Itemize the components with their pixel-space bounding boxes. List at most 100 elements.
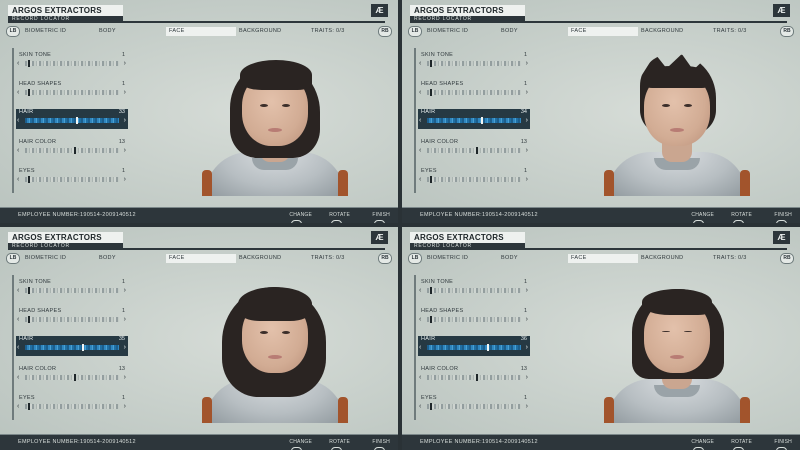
tab-traits[interactable]: TRAITS: 0/3 — [308, 254, 374, 263]
character-preview[interactable] — [602, 48, 752, 196]
tab-background[interactable]: BACKGROUND — [638, 27, 708, 36]
arrow-right-icon[interactable]: › — [526, 176, 528, 183]
arrow-left-icon[interactable]: ‹ — [419, 117, 421, 124]
arrow-left-icon[interactable]: ‹ — [419, 316, 421, 323]
tab-traits[interactable]: TRAITS: 0/3 — [710, 254, 776, 263]
slider-track[interactable] — [25, 118, 119, 123]
tab-face[interactable]: FACE — [166, 27, 236, 36]
tab-biometric-id[interactable]: BIOMETRIC ID — [22, 27, 96, 36]
slider-skin-tone[interactable]: SKIN TONE 1 ‹ › — [16, 52, 128, 72]
slider-skin-tone[interactable]: SKIN TONE 1 ‹ › — [418, 279, 530, 299]
slider-knob[interactable] — [430, 316, 432, 323]
rb-button-icon[interactable]: RB — [780, 26, 794, 37]
slider-knob[interactable] — [28, 403, 30, 410]
slider-track[interactable] — [427, 404, 521, 409]
slider-track[interactable] — [25, 317, 119, 322]
slider-knob[interactable] — [430, 287, 432, 294]
arrow-right-icon[interactable]: › — [124, 60, 126, 67]
tab-face[interactable]: FACE — [568, 27, 638, 36]
slider-knob[interactable] — [28, 89, 30, 96]
slider-hair[interactable]: HAIR 34 ‹ › — [418, 109, 530, 129]
character-preview[interactable] — [602, 275, 752, 423]
slider-eyes[interactable]: EYES 1 ‹ › — [16, 395, 128, 415]
slider-track[interactable] — [25, 288, 119, 293]
slider-knob[interactable] — [476, 147, 478, 154]
finish-action[interactable]: FINISHX — [774, 438, 792, 450]
rb-button-icon[interactable]: RB — [378, 253, 392, 264]
arrow-right-icon[interactable]: › — [526, 287, 528, 294]
arrow-left-icon[interactable]: ‹ — [17, 403, 19, 410]
slider-knob[interactable] — [28, 287, 30, 294]
arrow-right-icon[interactable]: › — [124, 117, 126, 124]
change-action[interactable]: CHANGE◄► — [289, 438, 312, 450]
slider-hair-color[interactable]: HAIR COLOR 13 ‹ › — [16, 366, 128, 386]
arrow-left-icon[interactable]: ‹ — [419, 176, 421, 183]
arrow-left-icon[interactable]: ‹ — [419, 287, 421, 294]
arrow-right-icon[interactable]: › — [526, 344, 528, 351]
slider-knob[interactable] — [28, 60, 30, 67]
tab-body[interactable]: BODY — [498, 254, 568, 263]
slider-knob[interactable] — [430, 403, 432, 410]
arrow-right-icon[interactable]: › — [526, 316, 528, 323]
slider-knob[interactable] — [74, 147, 76, 154]
lb-button-icon[interactable]: LB — [408, 26, 422, 37]
arrow-right-icon[interactable]: › — [124, 316, 126, 323]
slider-head-shapes[interactable]: HEAD SHAPES 1 ‹ › — [418, 308, 530, 328]
arrow-left-icon[interactable]: ‹ — [17, 344, 19, 351]
slider-hair[interactable]: HAIR 33 ‹ › — [16, 109, 128, 129]
lb-button-icon[interactable]: LB — [6, 253, 20, 264]
change-action[interactable]: CHANGE◄► — [289, 211, 312, 223]
rb-button-icon[interactable]: RB — [780, 253, 794, 264]
list-scroll-rail[interactable] — [12, 275, 14, 420]
arrow-left-icon[interactable]: ‹ — [17, 316, 19, 323]
slider-eyes[interactable]: EYES 1 ‹ › — [418, 168, 530, 188]
tab-background[interactable]: BACKGROUND — [236, 27, 306, 36]
slider-track[interactable] — [25, 177, 119, 182]
slider-skin-tone[interactable]: SKIN TONE 1 ‹ › — [16, 279, 128, 299]
tab-body[interactable]: BODY — [96, 27, 166, 36]
slider-hair[interactable]: HAIR 35 ‹ › — [16, 336, 128, 356]
arrow-right-icon[interactable]: › — [124, 344, 126, 351]
slider-track[interactable] — [25, 90, 119, 95]
tab-biometric-id[interactable]: BIOMETRIC ID — [424, 254, 498, 263]
rotate-action[interactable]: ROTATE RS — [731, 211, 752, 223]
tab-face[interactable]: FACE — [568, 254, 638, 263]
tab-body[interactable]: BODY — [498, 27, 568, 36]
slider-eyes[interactable]: EYES 1 ‹ › — [418, 395, 530, 415]
character-preview[interactable] — [200, 48, 350, 196]
finish-action[interactable]: FINISHX — [372, 211, 390, 223]
tab-body[interactable]: BODY — [96, 254, 166, 263]
arrow-right-icon[interactable]: › — [124, 374, 126, 381]
arrow-left-icon[interactable]: ‹ — [419, 147, 421, 154]
slider-track[interactable] — [25, 404, 119, 409]
slider-knob[interactable] — [430, 89, 432, 96]
arrow-left-icon[interactable]: ‹ — [419, 60, 421, 67]
list-scroll-rail[interactable] — [414, 48, 416, 193]
tab-background[interactable]: BACKGROUND — [236, 254, 306, 263]
arrow-right-icon[interactable]: › — [124, 287, 126, 294]
slider-track[interactable] — [25, 375, 119, 380]
slider-skin-tone[interactable]: SKIN TONE 1 ‹ › — [418, 52, 530, 72]
slider-knob[interactable] — [476, 374, 478, 381]
tab-background[interactable]: BACKGROUND — [638, 254, 708, 263]
arrow-left-icon[interactable]: ‹ — [419, 403, 421, 410]
tab-biometric-id[interactable]: BIOMETRIC ID — [424, 27, 498, 36]
slider-knob[interactable] — [487, 344, 489, 351]
arrow-right-icon[interactable]: › — [526, 147, 528, 154]
slider-knob[interactable] — [430, 176, 432, 183]
slider-track[interactable] — [427, 118, 521, 123]
slider-hair-color[interactable]: HAIR COLOR 13 ‹ › — [418, 139, 530, 159]
slider-track[interactable] — [427, 148, 521, 153]
slider-track[interactable] — [427, 90, 521, 95]
list-scroll-rail[interactable] — [12, 48, 14, 193]
arrow-left-icon[interactable]: ‹ — [17, 147, 19, 154]
arrow-right-icon[interactable]: › — [124, 89, 126, 96]
arrow-right-icon[interactable]: › — [124, 403, 126, 410]
arrow-left-icon[interactable]: ‹ — [17, 374, 19, 381]
character-preview[interactable] — [200, 275, 350, 423]
arrow-left-icon[interactable]: ‹ — [419, 374, 421, 381]
slider-hair-color[interactable]: HAIR COLOR 13 ‹ › — [16, 139, 128, 159]
slider-head-shapes[interactable]: HEAD SHAPES 1 ‹ › — [418, 81, 530, 101]
slider-knob[interactable] — [430, 60, 432, 67]
arrow-right-icon[interactable]: › — [526, 60, 528, 67]
